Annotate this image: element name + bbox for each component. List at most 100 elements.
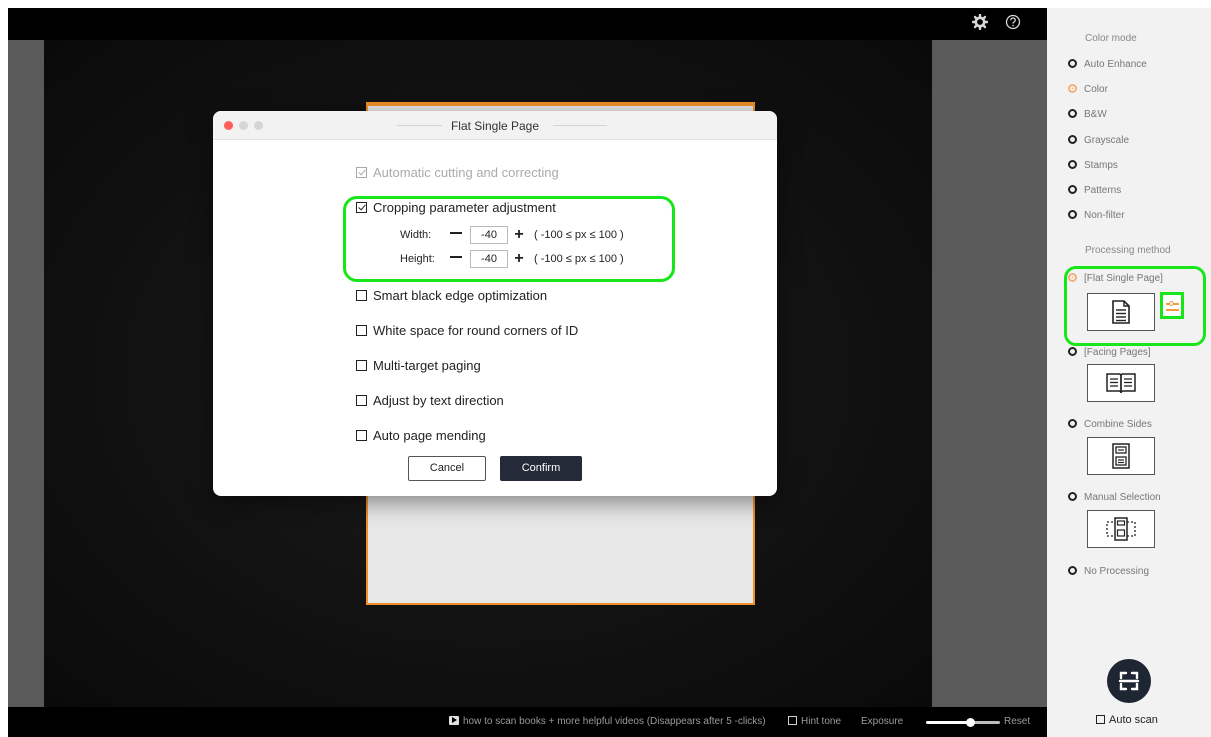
option-label: Smart black edge optimization xyxy=(373,288,548,303)
checkbox-checked[interactable] xyxy=(356,202,367,213)
help-icon[interactable] xyxy=(1004,14,1022,32)
manual-selection-icon xyxy=(1106,517,1136,541)
scan-icon xyxy=(1118,671,1140,691)
option-page-mending[interactable]: Auto page mending xyxy=(356,428,486,443)
option-label: Auto Enhance xyxy=(1084,59,1147,70)
bottom-status-bar: how to scan books + more helpful videos … xyxy=(8,707,1047,737)
color-mode-auto-enhance[interactable]: Auto Enhance xyxy=(1068,59,1147,71)
tutorial-link[interactable]: how to scan books + more helpful videos … xyxy=(449,716,766,728)
option-label: Non-filter xyxy=(1084,210,1125,221)
option-label: B&W xyxy=(1084,109,1107,120)
color-mode-bw[interactable]: B&W xyxy=(1068,109,1107,121)
option-label: Color xyxy=(1084,84,1108,95)
method-highlight xyxy=(1064,266,1206,346)
method-settings-button[interactable] xyxy=(1160,292,1184,319)
radio-icon xyxy=(1068,347,1077,356)
radio-icon xyxy=(1068,566,1077,575)
height-label: Height: xyxy=(400,253,435,265)
manual-selection-thumbnail[interactable] xyxy=(1087,510,1155,548)
checkbox-unchecked[interactable] xyxy=(356,395,367,406)
option-multi-target[interactable]: Multi-target paging xyxy=(356,358,481,373)
width-input[interactable]: -40 xyxy=(470,226,508,244)
option-auto-cut: Automatic cutting and correcting xyxy=(356,165,559,180)
height-input[interactable]: -40 xyxy=(470,250,508,268)
checkbox-disabled-checked xyxy=(356,167,367,178)
option-label: Patterns xyxy=(1084,185,1122,196)
option-label: Automatic cutting and correcting xyxy=(373,165,559,180)
width-row: Width: -40 + ( -100 ≤ px ≤ 100 ) xyxy=(400,226,624,244)
option-label: Stamps xyxy=(1084,160,1118,171)
radio-selected-icon xyxy=(1068,84,1077,93)
option-crop-adjust[interactable]: Cropping parameter adjustment xyxy=(356,200,556,215)
auto-scan-checkbox[interactable] xyxy=(1096,715,1105,724)
option-label: Adjust by text direction xyxy=(373,393,504,408)
color-mode-grayscale[interactable]: Grayscale xyxy=(1068,135,1129,147)
help-icon-graphic xyxy=(1005,14,1021,30)
color-mode-title: Color mode xyxy=(1085,33,1137,44)
scan-button[interactable] xyxy=(1107,659,1151,703)
method-combine-sides[interactable]: Combine Sides xyxy=(1068,419,1152,431)
processing-method-title: Processing method xyxy=(1085,245,1171,256)
color-mode-stamps[interactable]: Stamps xyxy=(1068,160,1118,172)
open-book-icon xyxy=(1106,373,1136,394)
height-row: Height: -40 + ( -100 ≤ px ≤ 100 ) xyxy=(400,250,624,268)
color-mode-patterns[interactable]: Patterns xyxy=(1068,185,1121,197)
option-label: Combine Sides xyxy=(1084,419,1152,430)
exposure-label: Exposure xyxy=(861,716,904,727)
radio-icon xyxy=(1068,59,1077,68)
checkbox-unchecked[interactable] xyxy=(356,325,367,336)
scanner-app: how to scan books + more helpful videos … xyxy=(0,0,1211,737)
dialog-titlebar: Flat Single Page xyxy=(213,111,777,140)
slider-knob-icon xyxy=(1169,301,1174,306)
color-mode-color[interactable]: Color xyxy=(1068,84,1108,96)
width-label: Width: xyxy=(400,229,432,241)
play-icon xyxy=(449,716,459,725)
tutorial-text: how to scan books + more helpful videos … xyxy=(463,716,766,727)
method-no-processing[interactable]: No Processing xyxy=(1068,566,1149,578)
height-range: ( -100 ≤ px ≤ 100 ) xyxy=(534,253,624,265)
option-label: Grayscale xyxy=(1084,135,1130,146)
exposure-slider[interactable] xyxy=(926,718,1000,727)
hint-tone-toggle[interactable]: Hint tone xyxy=(788,716,841,728)
top-toolbar xyxy=(8,8,1047,40)
height-increment-button[interactable]: + xyxy=(509,250,529,267)
cancel-button[interactable]: Cancel xyxy=(408,456,486,481)
option-label: Cropping parameter adjustment xyxy=(373,200,556,215)
radio-icon xyxy=(1068,160,1077,169)
width-decrement-button[interactable] xyxy=(450,232,462,234)
flat-single-page-dialog: Flat Single Page Automatic cutting and c… xyxy=(213,111,777,496)
confirm-button[interactable]: Confirm xyxy=(500,456,582,481)
option-label: [Facing Pages] xyxy=(1084,347,1151,358)
width-range: ( -100 ≤ px ≤ 100 ) xyxy=(534,229,624,241)
option-white-space[interactable]: White space for round corners of ID xyxy=(356,323,578,338)
radio-icon xyxy=(1068,210,1077,219)
gear-icon[interactable] xyxy=(971,13,989,32)
hint-tone-label: Hint tone xyxy=(801,716,842,727)
option-label: Auto page mending xyxy=(373,428,486,443)
hint-tone-checkbox[interactable] xyxy=(788,716,797,725)
method-facing-pages[interactable]: [Facing Pages] xyxy=(1068,347,1151,359)
option-label: No Processing xyxy=(1084,566,1150,577)
combine-sides-thumbnail[interactable] xyxy=(1087,437,1155,475)
radio-icon xyxy=(1068,492,1077,501)
sliders-icon-line xyxy=(1166,309,1179,311)
id-card-icon xyxy=(1112,443,1130,469)
color-mode-non-filter[interactable]: Non-filter xyxy=(1068,210,1125,222)
option-smart-edge[interactable]: Smart black edge optimization xyxy=(356,288,547,303)
checkbox-unchecked[interactable] xyxy=(356,290,367,301)
checkbox-unchecked[interactable] xyxy=(356,430,367,441)
height-decrement-button[interactable] xyxy=(450,256,462,258)
width-increment-button[interactable]: + xyxy=(509,226,529,243)
radio-icon xyxy=(1068,135,1077,144)
dialog-title: Flat Single Page xyxy=(450,119,540,133)
option-text-direction[interactable]: Adjust by text direction xyxy=(356,393,504,408)
option-label: Multi-target paging xyxy=(373,358,481,373)
exposure-slider-thumb[interactable] xyxy=(966,718,976,727)
method-manual-selection[interactable]: Manual Selection xyxy=(1068,492,1161,504)
reset-button[interactable]: Reset xyxy=(1004,716,1030,728)
checkbox-unchecked[interactable] xyxy=(356,360,367,371)
facing-pages-thumbnail[interactable] xyxy=(1087,364,1155,402)
auto-scan-toggle[interactable]: Auto scan xyxy=(1096,714,1158,726)
radio-icon xyxy=(1068,185,1077,194)
auto-scan-label: Auto scan xyxy=(1109,714,1158,726)
